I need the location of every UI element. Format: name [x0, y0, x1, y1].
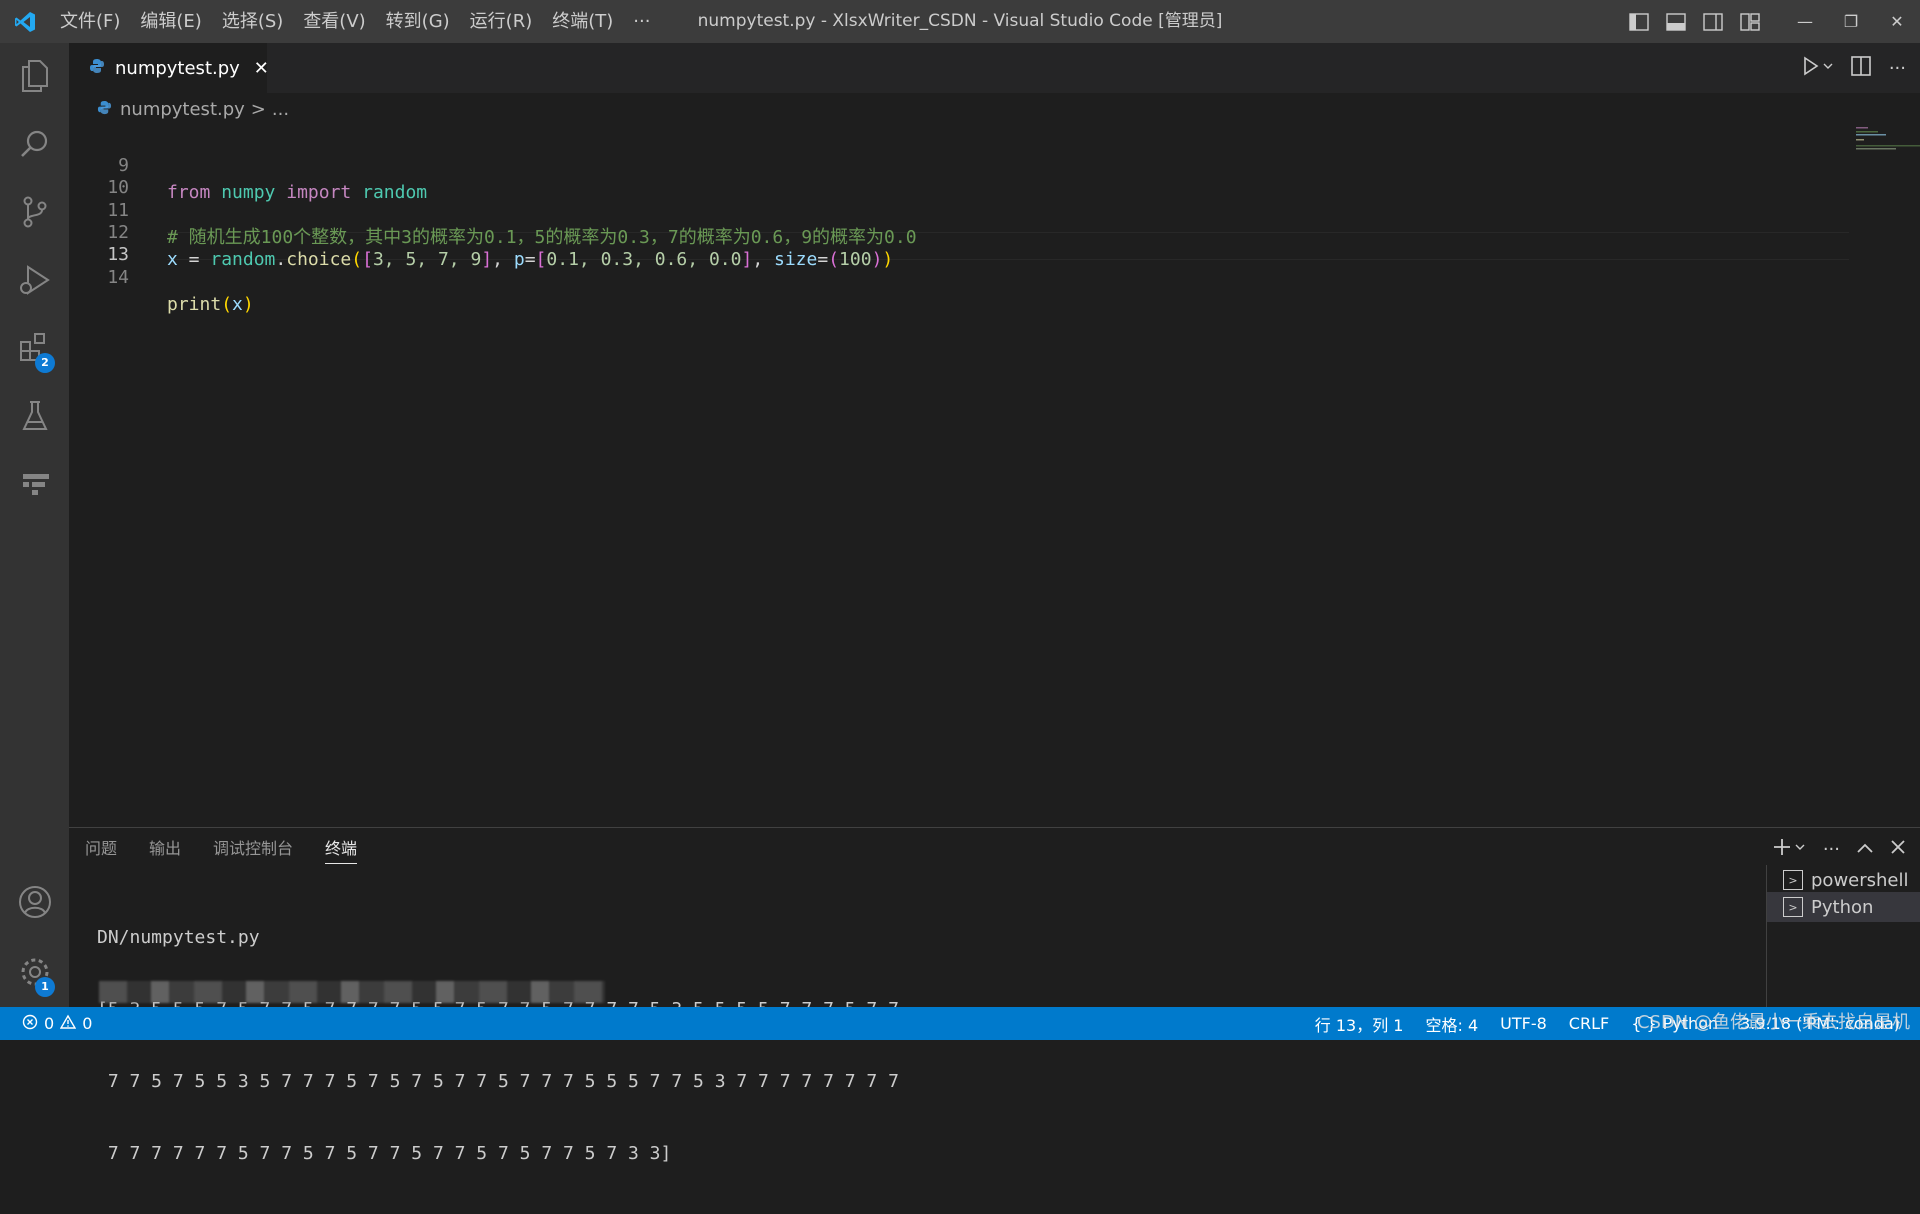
watermark: CSDN @鱼佬最小一乘去找自是机	[1636, 1012, 1910, 1033]
more-actions-icon[interactable]: ···	[1823, 839, 1840, 860]
encoding[interactable]: UTF-8	[1500, 1014, 1547, 1033]
activity-bar: 2 1	[0, 43, 69, 1007]
menu-more[interactable]: ···	[623, 0, 660, 43]
terminal-item-python[interactable]: > Python	[1767, 892, 1920, 922]
panel-actions: ···	[1773, 828, 1906, 870]
python-file-icon	[97, 99, 112, 120]
run-file-icon[interactable]	[1803, 56, 1833, 80]
menu-run[interactable]: 运行(R)	[460, 0, 543, 43]
terminal-icon: >	[1783, 870, 1803, 890]
status-bar: 0 0 行 13，列 1 空格: 4 UTF-8 CRLF { } Python…	[0, 1007, 1920, 1040]
tab-close-icon[interactable]: ✕	[254, 58, 269, 79]
terminal-line: 7 7 5 7 5 5 3 5 7 7 7 5 7 5 7 5 7 7 5 7 …	[97, 1071, 899, 1092]
line-endings[interactable]: CRLF	[1569, 1014, 1609, 1033]
terminal-icon: >	[1783, 897, 1803, 917]
code-editor[interactable]: 9 from numpy import random 10 11 # 随机生成1…	[69, 125, 1920, 827]
run-debug-icon[interactable]	[0, 249, 69, 311]
error-icon	[22, 1014, 38, 1034]
cursor-position[interactable]: 行 13，列 1	[1315, 1012, 1404, 1036]
terminal-line: 7 7 7 7 7 7 5 7 7 5 7 5 7 7 5 7 7 5 7 5 …	[97, 1143, 672, 1164]
tab-numpytest[interactable]: numpytest.py ✕	[69, 43, 269, 93]
problems-status[interactable]: 0 0	[22, 1007, 92, 1040]
account-icon[interactable]	[0, 871, 69, 933]
breadcrumb-separator: >	[250, 98, 266, 120]
terminal-list: > powershell > Python	[1766, 865, 1920, 1008]
breadcrumb-symbols[interactable]: ...	[272, 99, 289, 120]
blurred-prompt	[99, 981, 605, 1003]
terminal-output[interactable]: DN/numpytest.py [5 3 5 5 5 7 5 7 7 5 7 7…	[97, 878, 1727, 1214]
close-window-icon[interactable]: ✕	[1874, 0, 1920, 43]
menu-terminal[interactable]: 终端(T)	[542, 0, 623, 43]
terminal-line: DN/numpytest.py	[97, 927, 260, 948]
tab-label: numpytest.py	[115, 57, 240, 79]
split-editor-icon[interactable]	[1851, 56, 1871, 80]
menu-bar: 文件(F) 编辑(E) 选择(S) 查看(V) 转到(G) 运行(R) 终端(T…	[50, 0, 660, 43]
customize-layout-icon[interactable]	[1731, 0, 1768, 43]
tab-debug-console[interactable]: 调试控制台	[197, 828, 309, 870]
terminal-item-label: Python	[1811, 896, 1874, 918]
more-actions-icon[interactable]: ···	[1889, 58, 1906, 79]
warning-count: 0	[82, 1014, 93, 1033]
code-line: 14 print(x)	[69, 237, 1769, 315]
source-control-icon[interactable]	[0, 181, 69, 243]
extensions-badge: 2	[35, 353, 55, 373]
tab-problems[interactable]: 问题	[69, 828, 133, 870]
editor-tabs: numpytest.py ✕ ···	[69, 43, 1920, 93]
title-bar: 文件(F) 编辑(E) 选择(S) 查看(V) 转到(G) 运行(R) 终端(T…	[0, 0, 1920, 43]
toggle-panel-icon[interactable]	[1657, 0, 1694, 43]
line-number: 14	[107, 267, 129, 288]
terminal-item-powershell[interactable]: > powershell	[1767, 865, 1920, 895]
search-icon[interactable]	[0, 113, 69, 175]
settings-gear-icon[interactable]: 1	[0, 941, 69, 1003]
maximize-panel-icon[interactable]	[1856, 840, 1874, 859]
error-count: 0	[44, 1014, 55, 1033]
new-terminal-icon[interactable]	[1773, 837, 1807, 861]
restore-icon[interactable]: ❐	[1828, 0, 1874, 43]
warning-icon	[59, 1014, 77, 1034]
toggle-primary-sidebar-icon[interactable]	[1620, 0, 1657, 43]
menu-selection[interactable]: 选择(S)	[212, 0, 293, 43]
tab-output[interactable]: 输出	[133, 828, 197, 870]
vscode-logo-icon	[0, 0, 50, 43]
window-controls: — ❐ ✕	[1620, 0, 1920, 43]
menu-go[interactable]: 转到(G)	[376, 0, 460, 43]
tab-terminal[interactable]: 终端	[309, 828, 373, 870]
menu-edit[interactable]: 编辑(E)	[130, 0, 211, 43]
menu-view[interactable]: 查看(V)	[293, 0, 375, 43]
python-file-icon	[89, 58, 105, 78]
close-panel-icon[interactable]	[1890, 839, 1906, 859]
minimap[interactable]	[1852, 125, 1920, 165]
testing-icon[interactable]	[0, 385, 69, 447]
menu-file[interactable]: 文件(F)	[50, 0, 130, 43]
explorer-icon[interactable]	[0, 45, 69, 107]
minimize-icon[interactable]: —	[1782, 0, 1828, 43]
pull-request-icon[interactable]	[0, 453, 69, 515]
extensions-icon[interactable]: 2	[0, 317, 69, 379]
terminal-item-label: powershell	[1811, 869, 1909, 891]
indentation[interactable]: 空格: 4	[1425, 1012, 1478, 1036]
toggle-secondary-sidebar-icon[interactable]	[1694, 0, 1731, 43]
breadcrumb: numpytest.py > ...	[69, 93, 1920, 125]
panel-tabs: 问题 输出 调试控制台 终端	[69, 828, 373, 870]
breadcrumb-file[interactable]: numpytest.py	[120, 99, 245, 120]
editor-actions: ···	[1803, 43, 1906, 93]
settings-badge: 1	[35, 977, 55, 997]
